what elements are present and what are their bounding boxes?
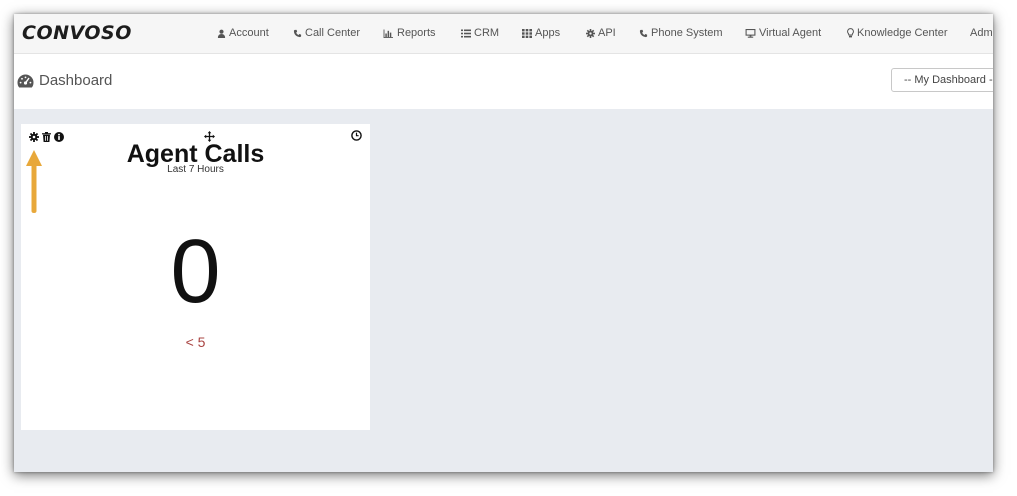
widget-threshold: < 5 [185,334,206,350]
page-header: Dashboard -- My Dashboard -- [14,54,993,109]
nav-call-center[interactable]: Call Center [293,26,360,40]
monitor-icon [745,28,756,38]
nav-apps-label: Apps [535,27,561,39]
agent-calls-widget: Agent Calls Last 7 Hours 0 < 5 [21,124,370,430]
nav-account-label: Account [229,27,269,39]
lightbulb-icon [847,28,854,38]
page-title: Dashboard [17,72,112,90]
widget-value: 0 [170,222,221,322]
page-title-text: Dashboard [39,72,113,89]
nav-api-label: API [598,27,616,39]
nav-crm-label: CRM [474,27,500,39]
nav-crm[interactable]: CRM [461,26,499,40]
phone-icon [293,29,302,38]
dashboard-select[interactable]: -- My Dashboard -- [891,68,993,92]
user-icon [217,29,226,38]
list-icon [461,29,471,38]
nav-apps[interactable]: Apps [522,26,560,40]
nav-reports[interactable]: Reports [383,26,436,40]
top-navbar: CONVOSO Account Call Center Reports CRM [14,14,993,54]
annotation-arrow [26,150,42,213]
nav-knowledge-center-label: Knowledge Center [857,27,948,39]
phone-icon [639,29,648,38]
convoso-logo[interactable]: CONVOSO [22,22,132,44]
bar-chart-icon [383,28,394,38]
nav-virtual-agent-label: Virtual Agent [759,27,822,39]
nav-phone-system[interactable]: Phone System [639,26,723,40]
nav-reports-label: Reports [397,27,436,39]
dashboard-gauge-icon [17,74,34,88]
gear-icon [586,28,595,38]
nav-account[interactable]: Account [217,26,269,40]
nav-api[interactable]: API [586,26,616,40]
grid-icon [522,28,532,38]
nav-admin-label: Adm [970,27,993,39]
browser-window: CONVOSO Account Call Center Reports CRM [14,14,993,472]
nav-phone-system-label: Phone System [651,27,723,39]
nav-admin[interactable]: Adm [970,26,993,40]
nav-virtual-agent[interactable]: Virtual Agent [745,26,821,40]
nav-call-center-label: Call Center [305,27,361,39]
nav-knowledge-center[interactable]: Knowledge Center [847,26,948,40]
widget-subtitle: Last 7 Hours [167,164,224,175]
